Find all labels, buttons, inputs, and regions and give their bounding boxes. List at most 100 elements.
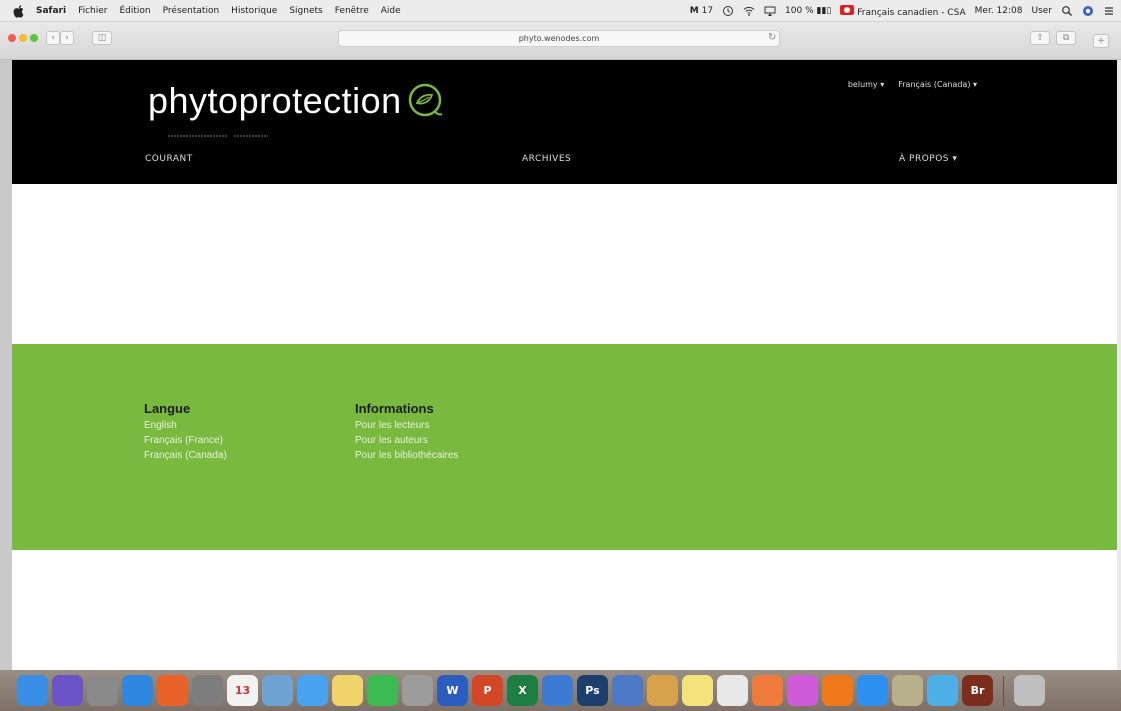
footer-link-bibliothecaires[interactable]: Pour les bibliothécaires [355,448,458,463]
site-footer: Langue English Français (France) Françai… [12,344,1117,550]
mail-count: 17 [701,6,714,16]
siri-menu-icon[interactable] [1082,5,1094,17]
login-menu[interactable]: belumy ▾ [848,80,884,89]
system-preferences-icon[interactable] [192,675,223,706]
trash-icon[interactable] [1014,675,1045,706]
spotlight-icon[interactable] [1061,5,1073,17]
app-store-icon[interactable] [857,675,888,706]
nav-apropos-label: À PROPOS [899,154,950,164]
share-button[interactable]: ⇧ [1030,31,1050,45]
close-window-button[interactable] [8,34,16,42]
footer-language-block: Langue English Français (France) Françai… [144,401,227,463]
menu-fichier[interactable]: Fichier [78,6,107,16]
launchpad-icon[interactable] [87,675,118,706]
ibooks-icon[interactable] [822,675,853,706]
forward-button[interactable]: › [60,31,74,45]
photoshop-icon[interactable]: Ps [577,675,608,706]
sketch-icon[interactable] [892,675,923,706]
word-icon[interactable]: W [437,675,468,706]
activity-icon[interactable] [927,675,958,706]
excel-icon[interactable]: X [507,675,538,706]
site-header: phytoprotection belumy ▾ Français (Canad… [12,60,1117,184]
plus-icon: + [1097,36,1105,46]
user-menu[interactable]: User [1031,6,1052,16]
dock-separator [1003,675,1004,706]
preview-icon[interactable] [262,675,293,706]
wifi-icon[interactable] [743,5,755,17]
logo-text: phytoprotection [148,80,402,121]
input-source[interactable]: Français canadien - CSA [840,4,966,18]
menu-fenetre[interactable]: Fenêtre [335,6,369,16]
tabs-icon: ⧉ [1062,33,1070,43]
dock: 13 W P X Ps Br [0,670,1121,711]
battery-status[interactable]: 100 % ▮▮▯ [785,6,831,16]
menu-historique[interactable]: Historique [231,6,277,16]
reload-icon[interactable]: ↻ [768,32,776,43]
notification-center-icon[interactable] [1103,5,1115,17]
page-bottom-space [12,550,1117,670]
safari-icon[interactable] [122,675,153,706]
clock[interactable]: Mer. 12:08 [975,6,1023,16]
menu-aide[interactable]: Aide [381,6,401,16]
facetime-icon[interactable] [367,675,398,706]
menu-app-name[interactable]: Safari [36,6,66,16]
messages-icon[interactable] [297,675,328,706]
calendar-icon[interactable]: 13 [227,675,258,706]
bridge-icon[interactable]: Br [962,675,993,706]
image-capture-icon[interactable] [612,675,643,706]
language-menu-label: Français (Canada) [898,80,971,89]
sidebar-icon: ◫ [97,33,107,43]
address-bar[interactable]: phyto.wenodes.com [338,30,780,47]
footer-link-auteurs[interactable]: Pour les auteurs [355,433,458,448]
footer-link-francais-canada[interactable]: Français (Canada) [144,448,227,463]
back-arrow-icon: ‹ [51,33,55,43]
photos-icon[interactable] [752,675,783,706]
footer-link-lecteurs[interactable]: Pour les lecteurs [355,418,458,433]
share-icon: ⇧ [1036,33,1044,43]
itunes-icon[interactable] [787,675,818,706]
minimize-window-button[interactable] [19,34,27,42]
nav-apropos[interactable]: À PROPOS ▾ [899,154,957,164]
photos-app-icon[interactable] [647,675,678,706]
user-nav: belumy ▾ Français (Canada) ▾ [848,80,977,89]
siri-icon[interactable] [52,675,83,706]
page-viewport: phytoprotection belumy ▾ Français (Canad… [12,60,1117,670]
show-tabs-button[interactable]: ⧉ [1056,31,1076,45]
back-button[interactable]: ‹ [46,31,60,45]
status-area: M 17 100 % ▮▮▯ Français canadien - CSA M… [690,0,1115,22]
keynote-icon[interactable] [542,675,573,706]
finder-icon[interactable] [17,675,48,706]
battery-percent: 100 % [785,6,814,16]
airplay-icon[interactable] [764,5,776,17]
footer-heading-langue: Langue [144,401,191,416]
login-menu-label: belumy [847,80,878,89]
menu-edition[interactable]: Édition [120,6,151,16]
main-content [12,184,1117,344]
logo-tagline-graphic [168,135,268,137]
menu-signets[interactable]: Signets [289,6,322,16]
sidebar-toggle-button[interactable]: ◫ [92,31,112,45]
caret-down-icon: ▾ [952,154,958,164]
firefox-icon[interactable] [157,675,188,706]
leaf-logo-icon [408,83,443,117]
caret-down-icon: ▾ [972,80,977,89]
mail-status[interactable]: M 17 [690,6,713,16]
menu-presentation[interactable]: Présentation [163,6,220,16]
fullscreen-window-button[interactable] [30,34,38,42]
scrollbar[interactable] [1117,60,1121,670]
new-tab-button[interactable]: + [1093,34,1109,48]
nav-archives[interactable]: ARCHIVES [522,154,571,164]
primary-nav: COURANT ARCHIVES À PROPOS ▾ [12,154,1117,170]
notes-icon[interactable] [332,675,363,706]
site-logo[interactable]: phytoprotection [148,80,446,122]
footer-link-english[interactable]: English [144,418,227,433]
textedit-icon[interactable] [717,675,748,706]
trash-bin-icon[interactable] [402,675,433,706]
footer-link-francais-france[interactable]: Français (France) [144,433,227,448]
time-machine-icon[interactable] [722,5,734,17]
apple-icon[interactable] [12,4,26,18]
language-menu[interactable]: Français (Canada) ▾ [898,80,977,89]
powerpoint-icon[interactable]: P [472,675,503,706]
nav-courant[interactable]: COURANT [145,154,193,164]
stickies-icon[interactable] [682,675,713,706]
